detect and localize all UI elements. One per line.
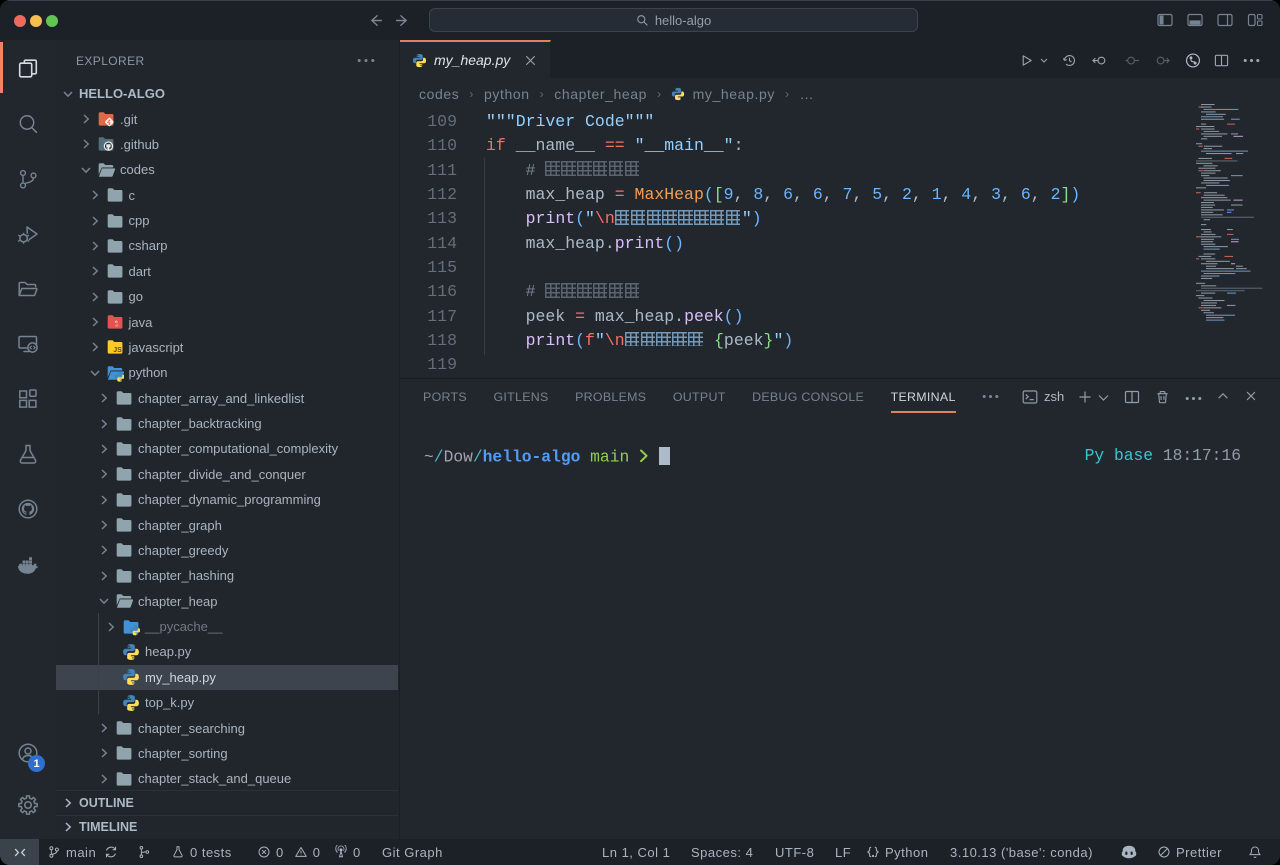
svg-text:JS: JS <box>113 347 122 354</box>
